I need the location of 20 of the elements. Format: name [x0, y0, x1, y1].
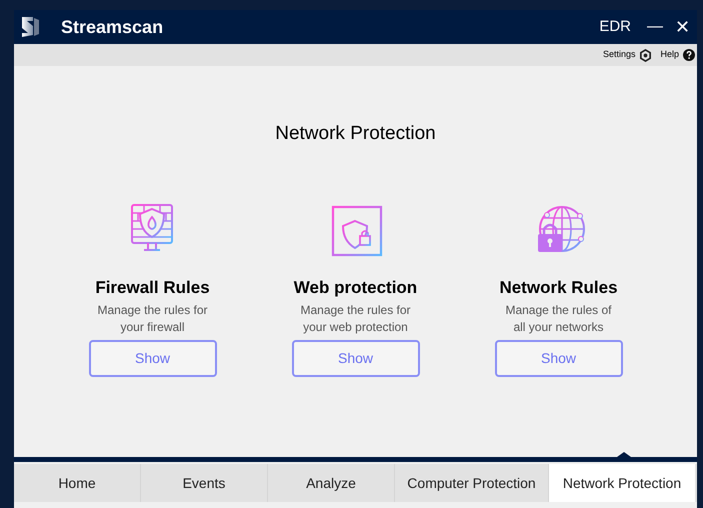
- card-title: Web protection: [294, 276, 418, 298]
- card-description: Manage the rules of all your networks: [504, 302, 613, 336]
- help-link[interactable]: Help: [660, 48, 679, 62]
- show-button[interactable]: Show: [292, 340, 420, 377]
- settings-link[interactable]: Settings: [602, 48, 636, 62]
- page-title: Network Protection: [275, 122, 436, 146]
- card-title: Firewall Rules: [95, 276, 210, 298]
- close-button[interactable]: ✕: [673, 14, 692, 40]
- show-button[interactable]: Show: [88, 340, 216, 377]
- card-description: Manage the rules for your firewall: [96, 302, 209, 336]
- settings-icon[interactable]: [639, 48, 652, 62]
- help-icon[interactable]: [683, 49, 695, 61]
- minimize-button[interactable]: —: [645, 15, 665, 39]
- card-title: Network Rules: [499, 276, 618, 298]
- nav-tab[interactable]: Network Protection: [549, 464, 695, 502]
- card-description: Manage the rules for your web protection: [299, 302, 412, 336]
- logo-icon: [19, 15, 41, 39]
- edition-label: EDR: [599, 16, 631, 37]
- show-button[interactable]: Show: [494, 340, 622, 377]
- window-title: Streamscan: [61, 16, 164, 38]
